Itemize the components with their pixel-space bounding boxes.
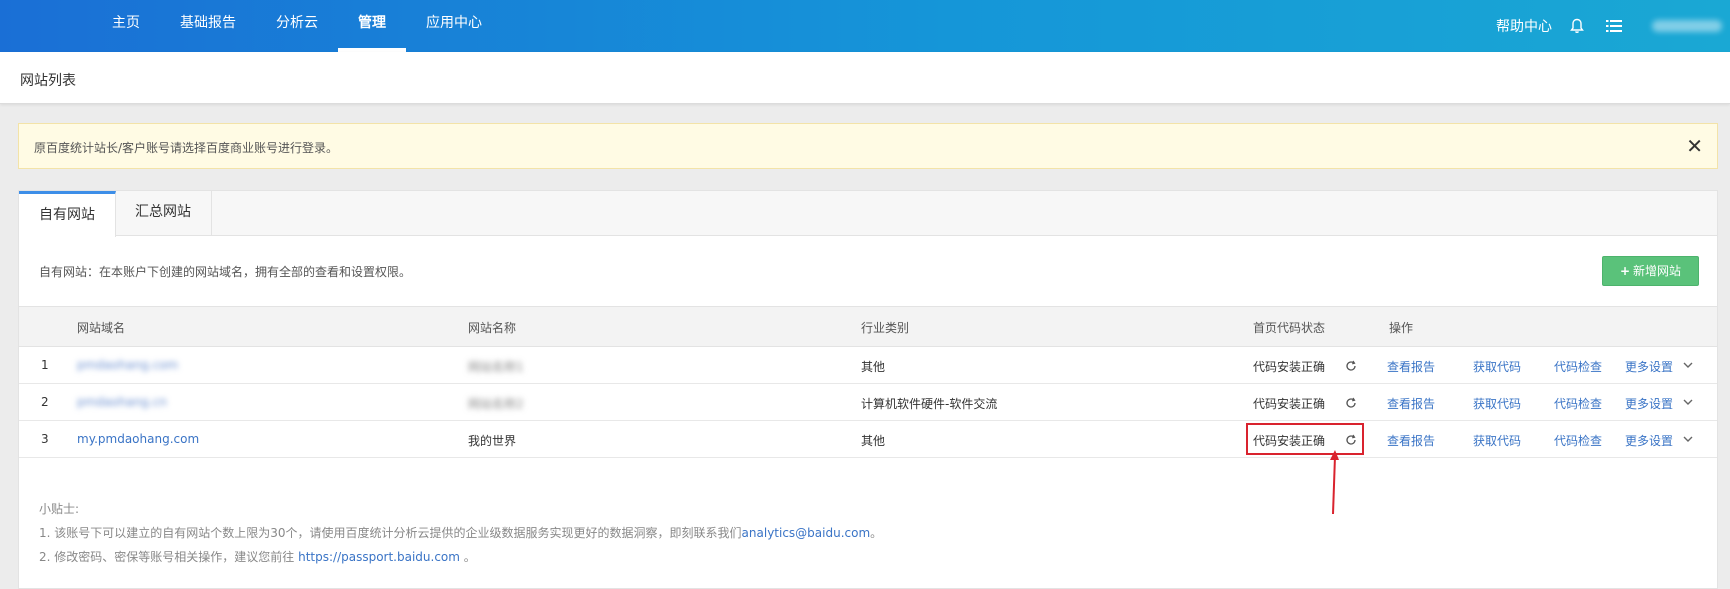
add-site-label: 新增网站 [1633, 264, 1682, 278]
chevron-down-icon[interactable] [1682, 433, 1694, 445]
nav-management[interactable]: 管理 [338, 0, 406, 52]
site-tabs: 自有网站 汇总网站 [19, 191, 1717, 237]
list-menu-icon[interactable] [1606, 19, 1622, 33]
get-code-link[interactable]: 获取代码 [1473, 432, 1521, 449]
chevron-down-icon[interactable] [1682, 359, 1694, 371]
get-code-link[interactable]: 获取代码 [1473, 358, 1521, 375]
close-icon[interactable]: ✕ [1686, 134, 1703, 158]
more-settings-link[interactable]: 更多设置 [1625, 358, 1673, 375]
add-site-button[interactable]: + 新增网站 [1602, 256, 1699, 286]
tab-own-sites[interactable]: 自有网站 [19, 191, 116, 237]
site-industry: 其他 [861, 360, 886, 374]
header-industry: 行业类别 [861, 321, 910, 335]
row-index: 2 [41, 395, 49, 409]
code-status: 代码安装正确 [1253, 360, 1326, 374]
help-center-link[interactable]: 帮助中心 [1496, 16, 1552, 36]
row-index: 3 [41, 432, 49, 446]
annotation-highlight-box [1246, 423, 1364, 455]
tips-line-2-text: 2. 修改密码、密保等账号相关操作，建议您前往 [39, 550, 299, 564]
view-report-link[interactable]: 查看报告 [1387, 432, 1435, 449]
tab-summary-sites[interactable]: 汇总网站 [115, 191, 212, 236]
annotation-arrow [1330, 450, 1339, 515]
plus-icon: + [1619, 264, 1631, 278]
header-domain: 网站域名 [77, 321, 126, 335]
tab-description: 自有网站：在本账户下创建的网站域名，拥有全部的查看和设置权限。 [39, 265, 412, 279]
page-header: 网站列表 [0, 52, 1730, 104]
row-index: 1 [41, 358, 49, 372]
tips-line-1-text: 1. 该账号下可以建立的自有网站个数上限为30个，请使用百度统计分析云提供的企业… [39, 526, 742, 540]
view-report-link[interactable]: 查看报告 [1387, 358, 1435, 375]
tips-title: 小贴士: [39, 502, 80, 516]
refresh-icon[interactable] [1345, 397, 1357, 409]
refresh-icon[interactable] [1345, 360, 1357, 372]
table-row: 3 my.pmdaohang.com 我的世界 其他 代码安装正确 查看报告 获… [19, 421, 1717, 458]
nav-app-center[interactable]: 应用中心 [406, 0, 502, 52]
code-check-link[interactable]: 代码检查 [1554, 395, 1602, 412]
get-code-link[interactable]: 获取代码 [1473, 395, 1521, 412]
tips-line-2: 2. 修改密码、密保等账号相关操作，建议您前往 https://passport… [39, 545, 882, 569]
contact-email-link[interactable]: analytics@baidu.com [742, 526, 871, 540]
site-domain-link[interactable]: pmdaohang.com [77, 358, 178, 372]
more-settings-link[interactable]: 更多设置 [1625, 395, 1673, 412]
page-title: 网站列表 [20, 73, 76, 89]
code-check-link[interactable]: 代码检查 [1554, 432, 1602, 449]
site-name: 网站名称1 [468, 360, 524, 374]
code-status: 代码安装正确 [1253, 397, 1326, 411]
more-settings-link[interactable]: 更多设置 [1625, 432, 1673, 449]
tips-section: 小贴士: 1. 该账号下可以建立的自有网站个数上限为30个，请使用百度统计分析云… [39, 497, 882, 569]
header-site-name: 网站名称 [468, 321, 517, 335]
site-industry: 其他 [861, 434, 886, 448]
tips-line-1-end: 。 [870, 526, 883, 540]
passport-link[interactable]: https://passport.baidu.com [298, 550, 460, 564]
code-check-link[interactable]: 代码检查 [1554, 358, 1602, 375]
login-notice-banner: 原百度统计站长/客户账号请选择百度商业账号进行登录。 ✕ [18, 123, 1718, 169]
site-industry: 计算机软件硬件-软件交流 [861, 397, 998, 411]
nav-home[interactable]: 主页 [92, 0, 160, 52]
table-row: 2 pmdaohang.cn 网站名称2 计算机软件硬件-软件交流 代码安装正确… [19, 384, 1717, 421]
header-code-status: 首页代码状态 [1253, 321, 1326, 335]
tips-line-1: 1. 该账号下可以建立的自有网站个数上限为30个，请使用百度统计分析云提供的企业… [39, 521, 882, 545]
table-header: 网站域名 网站名称 行业类别 首页代码状态 操作 [19, 306, 1717, 347]
header-operations: 操作 [1389, 321, 1414, 335]
tips-line-2-end: 。 [459, 550, 476, 564]
nav-analysis-cloud[interactable]: 分析云 [256, 0, 338, 52]
notice-text: 原百度统计站长/客户账号请选择百度商业账号进行登录。 [34, 141, 339, 155]
site-name: 网站名称2 [468, 397, 524, 411]
site-list-panel: 自有网站 汇总网站 自有网站：在本账户下创建的网站域名，拥有全部的查看和设置权限… [18, 190, 1718, 589]
user-account-menu[interactable] [1652, 20, 1722, 32]
nav-right-tools: 帮助中心 [1496, 0, 1730, 52]
top-nav-bar: 主页 基础报告 分析云 管理 应用中心 帮助中心 [0, 0, 1730, 52]
bell-icon[interactable] [1570, 18, 1584, 34]
chevron-down-icon[interactable] [1682, 396, 1694, 408]
view-report-link[interactable]: 查看报告 [1387, 395, 1435, 412]
main-nav: 主页 基础报告 分析云 管理 应用中心 [92, 0, 502, 52]
nav-basic-reports[interactable]: 基础报告 [160, 0, 256, 52]
site-domain-link[interactable]: my.pmdaohang.com [77, 432, 199, 446]
site-domain-link[interactable]: pmdaohang.cn [77, 395, 167, 409]
site-name: 我的世界 [468, 434, 517, 448]
table-row: 1 pmdaohang.com 网站名称1 其他 代码安装正确 查看报告 获取代… [19, 347, 1717, 384]
